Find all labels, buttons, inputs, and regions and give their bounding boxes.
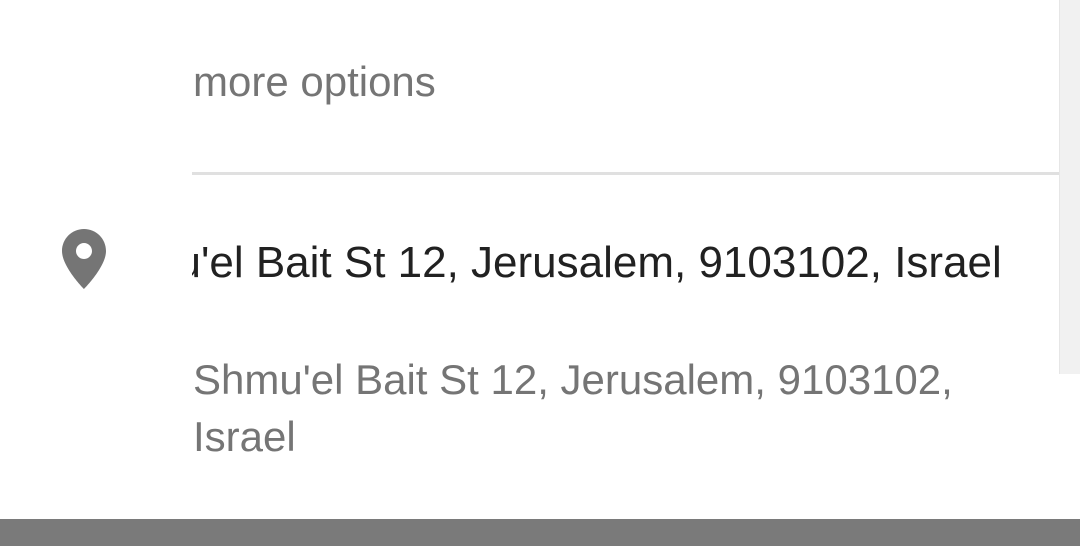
- scrollbar-track[interactable]: [1059, 0, 1080, 374]
- address-suggestion[interactable]: Shmu'el Bait St 12, Jerusalem, 9103102, …: [193, 351, 953, 465]
- location-pin-icon: [62, 229, 106, 289]
- location-input-value: Shmu'el Bait St 12, Jerusalem, 9103102, …: [192, 238, 1002, 287]
- bottom-bar: [0, 519, 1080, 546]
- section-divider: [192, 172, 1080, 175]
- more-options-link[interactable]: more options: [193, 52, 436, 112]
- event-location-screen: more options Shmu'el Bait St 12, Jerusal…: [0, 0, 1080, 546]
- location-input[interactable]: Shmu'el Bait St 12, Jerusalem, 9103102, …: [192, 232, 1058, 294]
- location-row: Shmu'el Bait St 12, Jerusalem, 9103102, …: [0, 188, 1058, 488]
